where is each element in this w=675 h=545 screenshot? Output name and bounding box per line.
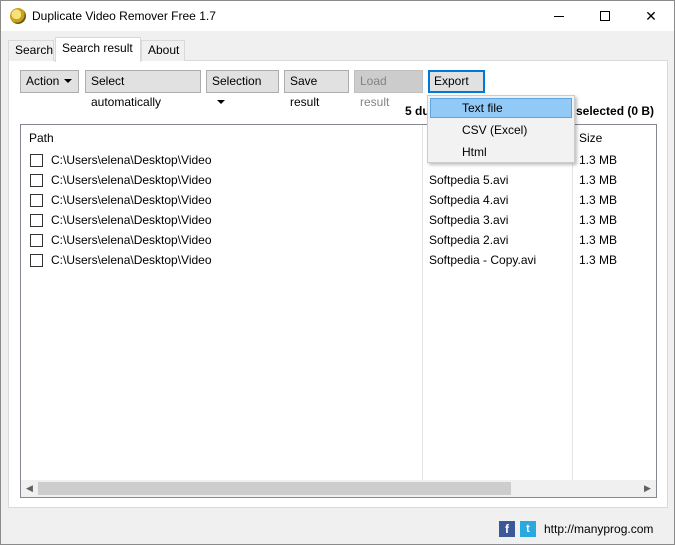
app-logo-icon — [10, 8, 26, 24]
minimize-button[interactable] — [536, 1, 582, 31]
maximize-button[interactable] — [582, 1, 628, 31]
name-cell: Softpedia - Copy.avi — [429, 253, 537, 267]
chevron-down-icon — [64, 78, 73, 83]
name-cell: Softpedia 2.avi — [429, 233, 509, 247]
window-title: Duplicate Video Remover Free 1.7 — [32, 9, 216, 23]
table-row[interactable]: C:\Users\elena\Desktop\Video Softpedia -… — [21, 250, 656, 270]
chevron-down-icon — [217, 99, 225, 104]
row-checkbox[interactable] — [30, 214, 43, 227]
website-link[interactable]: http://manyprog.com — [544, 522, 653, 536]
row-checkbox[interactable] — [30, 234, 43, 247]
close-icon: ✕ — [645, 7, 657, 24]
results-table: Path Size C:\Users\elena\Desktop\Video 1… — [20, 124, 657, 498]
selected-status: selected (0 B) — [576, 104, 655, 118]
column-header-path[interactable]: Path — [29, 131, 54, 145]
horizontal-scrollbar[interactable]: ◀ ▶ — [21, 480, 656, 497]
table-row[interactable]: C:\Users\elena\Desktop\Video Softpedia 5… — [21, 170, 656, 190]
table-row[interactable]: C:\Users\elena\Desktop\Video Softpedia 4… — [21, 190, 656, 210]
column-header-size[interactable]: Size — [579, 131, 602, 145]
scrollbar-thumb[interactable] — [38, 482, 511, 495]
title-bar[interactable]: Duplicate Video Remover Free 1.7 ✕ — [1, 1, 674, 31]
selection-label: Selection — [212, 74, 262, 88]
export-dropdown-menu: Text file CSV (Excel) Html — [427, 95, 575, 163]
save-result-button[interactable]: Save result — [284, 70, 349, 109]
footer-bar: f t http://manyprog.com — [1, 513, 674, 543]
close-button[interactable]: ✕ — [628, 1, 674, 31]
name-cell: Softpedia 4.avi — [429, 193, 509, 207]
row-checkbox[interactable] — [30, 154, 43, 167]
tab-about[interactable]: About — [141, 40, 185, 61]
table-row[interactable]: C:\Users\elena\Desktop\Video Softpedia 3… — [21, 210, 656, 230]
tab-search[interactable]: Search — [8, 40, 54, 61]
minimize-icon — [554, 15, 564, 17]
path-cell: C:\Users\elena\Desktop\Video — [51, 213, 212, 227]
action-button[interactable]: Action — [20, 70, 79, 93]
size-cell: 1.3 MB — [579, 193, 618, 207]
row-checkbox[interactable] — [30, 174, 43, 187]
name-cell: Softpedia 5.avi — [429, 173, 509, 187]
scroll-right-icon[interactable]: ▶ — [639, 480, 656, 497]
size-cell: 1.3 MB — [579, 233, 618, 247]
path-cell: C:\Users\elena\Desktop\Video — [51, 193, 212, 207]
twitter-icon[interactable]: t — [520, 521, 536, 537]
tab-search-result[interactable]: Search result — [55, 37, 141, 62]
path-cell: C:\Users\elena\Desktop\Video — [51, 253, 212, 267]
load-result-button[interactable]: Load result — [354, 70, 423, 109]
path-cell: C:\Users\elena\Desktop\Video — [51, 233, 212, 247]
facebook-icon[interactable]: f — [499, 521, 515, 537]
size-cell: 1.3 MB — [579, 173, 618, 187]
action-label: Action — [26, 74, 60, 88]
export-button[interactable]: Export — [428, 70, 485, 102]
size-cell: 1.3 MB — [579, 253, 618, 267]
maximize-icon — [600, 11, 610, 21]
app-window: Duplicate Video Remover Free 1.7 ✕ Searc… — [0, 0, 675, 545]
table-row[interactable]: C:\Users\elena\Desktop\Video Softpedia 2… — [21, 230, 656, 250]
selection-button[interactable]: Selection — [206, 70, 279, 104]
select-automatically-button[interactable]: Select automatically — [85, 70, 201, 109]
export-label: Export — [434, 74, 469, 88]
menu-item-html[interactable]: Html — [430, 142, 572, 162]
path-cell: C:\Users\elena\Desktop\Video — [51, 173, 212, 187]
size-cell: 1.3 MB — [579, 153, 618, 167]
row-checkbox[interactable] — [30, 194, 43, 207]
row-checkbox[interactable] — [30, 254, 43, 267]
size-cell: 1.3 MB — [579, 213, 618, 227]
name-cell: Softpedia 3.avi — [429, 213, 509, 227]
menu-item-text-file[interactable]: Text file — [430, 98, 572, 118]
scroll-left-icon[interactable]: ◀ — [21, 480, 38, 497]
path-cell: C:\Users\elena\Desktop\Video — [51, 153, 212, 167]
menu-item-csv-excel[interactable]: CSV (Excel) — [430, 120, 572, 140]
